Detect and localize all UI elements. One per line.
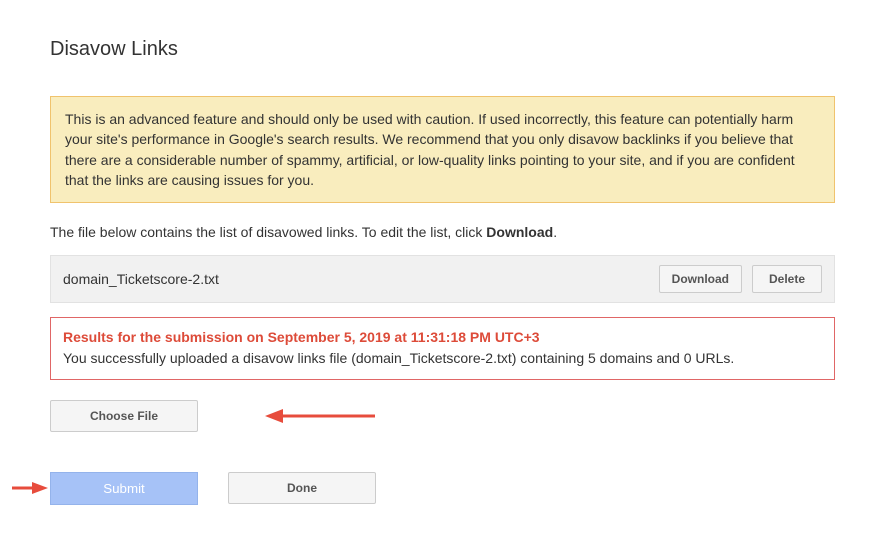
- file-row: domain_Ticketscore-2.txt Download Delete: [50, 255, 835, 303]
- delete-button[interactable]: Delete: [752, 265, 822, 293]
- instruction-prefix: The file below contains the list of disa…: [50, 224, 486, 240]
- action-row: Submit Done: [50, 472, 835, 505]
- choose-file-row: Choose File: [50, 400, 835, 432]
- page-title: Disavow Links: [50, 38, 835, 61]
- result-body: You successfully uploaded a disavow link…: [63, 349, 822, 369]
- done-button[interactable]: Done: [228, 472, 376, 504]
- choose-file-button[interactable]: Choose File: [50, 400, 198, 432]
- file-actions: Download Delete: [659, 265, 822, 293]
- file-name: domain_Ticketscore-2.txt: [63, 271, 219, 287]
- submit-button[interactable]: Submit: [50, 472, 198, 505]
- arrow-annotation-icon: [265, 406, 375, 426]
- download-button[interactable]: Download: [659, 265, 742, 293]
- arrow-annotation-icon: [12, 480, 48, 496]
- warning-box: This is an advanced feature and should o…: [50, 96, 835, 203]
- result-heading: Results for the submission on September …: [63, 328, 822, 348]
- instruction-suffix: .: [553, 224, 557, 240]
- result-box: Results for the submission on September …: [50, 317, 835, 380]
- instruction-text: The file below contains the list of disa…: [50, 223, 835, 243]
- instruction-bold: Download: [486, 224, 553, 240]
